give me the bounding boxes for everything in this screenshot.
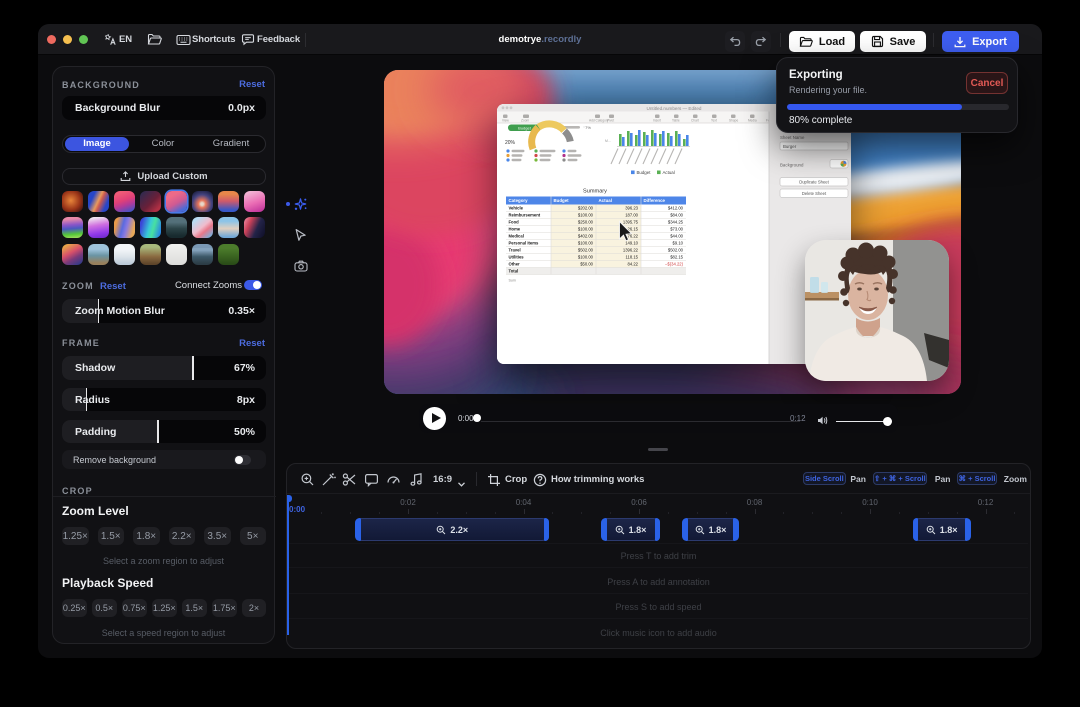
svg-text:$202.00: $202.00	[578, 206, 594, 211]
svg-text:Difference: Difference	[644, 198, 666, 203]
svg-text:$84.00: $84.00	[670, 213, 683, 218]
svg-text:$402.00: $402.00	[578, 234, 594, 239]
svg-text:Sum: Sum	[509, 279, 516, 283]
svg-text:$502.00: $502.00	[668, 248, 684, 253]
svg-text:$73.00: $73.00	[670, 227, 683, 232]
svg-text:Medical: Medical	[509, 234, 524, 239]
svg-text:Actual: Actual	[599, 198, 612, 203]
svg-text:M...: M...	[605, 139, 611, 143]
svg-text:Shape: Shape	[729, 119, 738, 123]
svg-text:84.22: 84.22	[628, 262, 639, 267]
svg-text:Personal Items: Personal Items	[509, 241, 539, 246]
svg-text:Media: Media	[748, 119, 757, 123]
svg-text:Reimbursement: Reimbursement	[509, 213, 541, 218]
svg-text:187.00: 187.00	[625, 213, 638, 218]
svg-text:Food: Food	[509, 220, 520, 225]
svg-text:1395.75: 1395.75	[623, 220, 639, 225]
svg-text:Sheet Name: Sheet Name	[780, 135, 805, 140]
svg-text:Actual: Actual	[663, 170, 675, 175]
svg-text:Insert: Insert	[653, 119, 661, 123]
svg-text:$412.00: $412.00	[668, 206, 684, 211]
svg-text:118.15: 118.15	[626, 255, 639, 260]
svg-text:Delete Sheet: Delete Sheet	[802, 191, 827, 196]
svg-text:⁻7%: ⁻7%	[583, 125, 591, 130]
svg-text:$100.00: $100.00	[578, 213, 594, 218]
svg-text:Duplicate Sheet: Duplicate Sheet	[799, 179, 829, 184]
svg-text:$82.15: $82.15	[670, 255, 683, 260]
svg-text:Pivot: Pivot	[607, 119, 614, 123]
svg-text:Budget: Budget	[637, 170, 652, 175]
svg-text:Background: Background	[780, 163, 804, 168]
svg-text:20%: 20%	[505, 140, 516, 146]
svg-text:$50.00: $50.00	[580, 262, 593, 267]
svg-text:Chart: Chart	[691, 119, 699, 123]
svg-text:Utilities: Utilities	[509, 255, 525, 260]
svg-text:$344.25: $344.25	[668, 220, 684, 225]
svg-text:Category: Category	[509, 198, 529, 203]
svg-text:$502.00: $502.00	[578, 248, 594, 253]
svg-text:$9.10: $9.10	[673, 241, 684, 246]
svg-text:−$(34.22): −$(34.22)	[665, 262, 684, 267]
svg-text:Vehicle: Vehicle	[509, 206, 524, 211]
svg-text:Zoom: Zoom	[521, 119, 529, 123]
svg-text:149.10: 149.10	[625, 241, 638, 246]
svg-text:$100.00: $100.00	[578, 255, 594, 260]
svg-text:Untitled.numbers — Edited: Untitled.numbers — Edited	[647, 106, 702, 111]
svg-text:Budget: Budget	[554, 198, 570, 203]
svg-text:Summary: Summary	[583, 189, 607, 195]
svg-text:Add Category: Add Category	[589, 119, 609, 123]
svg-text:Home: Home	[509, 227, 521, 232]
svg-text:Text: Text	[711, 119, 717, 123]
svg-text:Table: Table	[672, 119, 680, 123]
svg-text:Burger: Burger	[783, 144, 797, 149]
svg-text:View: View	[502, 119, 510, 123]
svg-text:$250.00: $250.00	[578, 220, 594, 225]
svg-text:$100.00: $100.00	[578, 227, 594, 232]
svg-text:$100.00: $100.00	[578, 241, 594, 246]
svg-text:Other: Other	[509, 262, 521, 267]
svg-text:396.23: 396.23	[625, 206, 638, 211]
svg-text:Budget: Budget	[518, 125, 532, 130]
svg-text:$44.00: $44.00	[670, 234, 683, 239]
svg-text:Travel: Travel	[509, 248, 521, 253]
svg-text:Total: Total	[509, 269, 519, 274]
svg-text:1396.22: 1396.22	[623, 248, 639, 253]
